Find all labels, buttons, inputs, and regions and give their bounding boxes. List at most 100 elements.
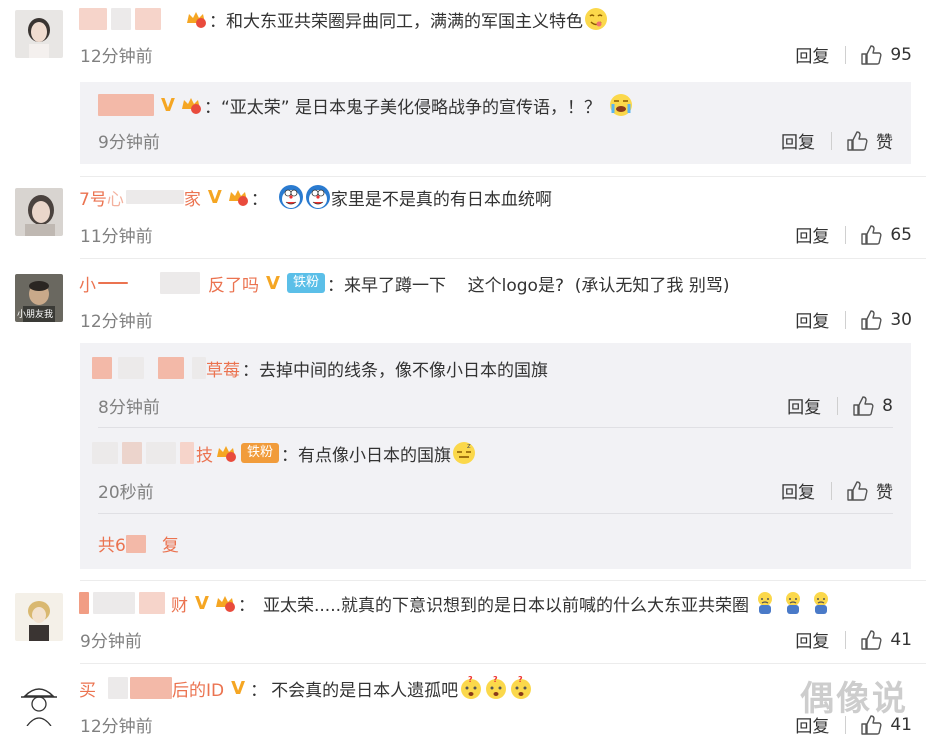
comment-divider (80, 663, 926, 664)
like-count: 65 (890, 224, 912, 245)
view-more-replies-link[interactable]: 共6 复 (98, 531, 179, 556)
avatar[interactable] (15, 188, 63, 236)
action-divider (845, 630, 847, 649)
thumbs-up-icon[interactable] (860, 629, 882, 651)
avatar-caption: 小朋友我 (17, 310, 54, 320)
verified-v-icon: V (195, 592, 209, 614)
username-redacted[interactable] (118, 357, 144, 379)
username-redacted[interactable] (160, 272, 200, 294)
comment-divider (80, 258, 926, 259)
avatar[interactable] (15, 10, 63, 58)
verified-v-icon: V (161, 94, 175, 116)
yum-emoji-icon (584, 7, 608, 31)
reply-button[interactable]: 回复 (795, 627, 829, 652)
username[interactable]: 7号 (79, 185, 107, 210)
reply-time: 20秒前 (98, 483, 154, 503)
thumbs-up-icon[interactable] (860, 44, 882, 66)
comment-header: ： 和大东亚共荣圈异曲同工，满满的军国主义特色 (79, 4, 608, 34)
username-redacted[interactable] (122, 442, 142, 464)
username-redacted (98, 282, 128, 284)
reply-divider (98, 513, 893, 514)
username-redacted[interactable] (108, 677, 128, 699)
username-redacted[interactable] (92, 357, 112, 379)
more-replies-suffix: 复 (161, 536, 179, 556)
username-redacted[interactable] (158, 357, 184, 379)
thumbs-up-icon[interactable] (852, 395, 874, 417)
reply-header: V ： “亚太荣” 是日本鬼子美化侵略战争的宣传语，！？ (98, 90, 633, 120)
username-redacted[interactable] (79, 8, 107, 30)
doraemon-emoji-icon (278, 184, 304, 210)
verified-v-icon: V (207, 186, 222, 208)
username-redacted[interactable] (125, 190, 184, 204)
svg-text:?: ? (518, 676, 523, 684)
fan-badge: 铁粉 (241, 443, 280, 463)
reply-time: 9分钟前 (98, 133, 160, 153)
reply-button[interactable]: 回复 (781, 128, 815, 153)
like-label[interactable]: 赞 (876, 128, 893, 153)
comment-time: 11分钟前 (80, 227, 153, 247)
sad-emoji-icon (809, 591, 833, 615)
action-divider (845, 225, 847, 244)
username[interactable]: 反了吗 (208, 271, 259, 296)
reply-box: 草莓 ： 去掉中间的线条，像不像小日本的国旗 8分钟前 回复 8 技 铁粉 ： … (80, 343, 911, 569)
crown-icon (180, 95, 202, 115)
sad-emoji-icon (781, 591, 805, 615)
comment-time: 12分钟前 (80, 717, 153, 737)
avatar[interactable]: 小朋友我 (15, 274, 63, 322)
svg-text:?: ? (493, 676, 498, 684)
username-redacted[interactable] (130, 677, 172, 699)
username-redacted[interactable] (135, 8, 161, 30)
username-redacted[interactable] (93, 592, 135, 614)
reply-button[interactable]: 回复 (795, 307, 829, 332)
like-label[interactable]: 赞 (876, 478, 893, 503)
reply-button[interactable]: 回复 (781, 478, 815, 503)
username-redacted[interactable] (98, 94, 154, 116)
comment-actions: 回复 41 (795, 627, 912, 653)
comment-header: 买 后的ID V ： 不会真的是日本人遗孤吧 ? ? ? (79, 673, 533, 703)
avatar[interactable] (15, 593, 63, 641)
reply-text: 有点像小日本的国旗 (298, 445, 452, 466)
username[interactable]: 小 (79, 271, 96, 296)
thumbs-up-icon[interactable] (846, 130, 868, 152)
confused-emoji-icon: ? (484, 675, 508, 700)
username[interactable]: 买 (79, 676, 96, 701)
reply-button[interactable]: 回复 (795, 42, 829, 67)
reply-box: V ： “亚太荣” 是日本鬼子美化侵略战争的宣传语，！？ 9分钟前 回复 赞 (80, 82, 911, 164)
comment-header: 7号 心 家 V ： 家里是不是真的有日本血统啊 (79, 182, 552, 212)
avatar[interactable] (15, 678, 63, 726)
thumbs-up-icon[interactable] (860, 309, 882, 331)
username-redacted[interactable] (139, 592, 165, 614)
more-replies-prefix: 共6 (98, 536, 126, 556)
like-count: 30 (890, 309, 912, 330)
reply-actions: 回复 赞 (781, 128, 893, 153)
verified-v-icon: V (231, 677, 246, 699)
username[interactable]: 财 (171, 591, 188, 616)
thumbs-up-icon[interactable] (846, 480, 868, 502)
reply-button[interactable]: 回复 (787, 393, 821, 418)
comment-actions: 回复 65 (795, 222, 912, 248)
sleepy-emoji-icon: z (452, 441, 476, 465)
comment-text: 和大东亚共荣圈异曲同工，满满的军国主义特色 (226, 11, 583, 32)
action-divider (831, 481, 832, 500)
username-redacted[interactable] (79, 592, 89, 614)
reply-text: “亚太荣” 是日本鬼子美化侵略战争的宣传语，！？ (221, 97, 602, 118)
username-redacted[interactable] (146, 442, 176, 464)
username-redacted[interactable] (192, 357, 206, 379)
action-divider (837, 396, 839, 415)
username[interactable]: 技 (196, 441, 213, 466)
reply-time: 8分钟前 (98, 398, 160, 418)
comment-text: 不会真的是日本人遗孤吧 (271, 680, 459, 701)
crown-icon (214, 593, 236, 613)
username[interactable]: 后的ID (172, 676, 224, 701)
confused-emoji-icon: ? (459, 675, 483, 700)
crown-icon (185, 9, 207, 29)
username-redacted[interactable] (180, 442, 194, 464)
reply-button[interactable]: 回复 (795, 222, 829, 247)
comment-actions: 回复 30 (795, 307, 912, 333)
username-redacted[interactable] (92, 442, 118, 464)
reply-actions: 回复 赞 (781, 478, 893, 503)
thumbs-up-icon[interactable] (860, 224, 882, 246)
username[interactable]: 家 (184, 185, 201, 210)
username-redacted[interactable] (111, 8, 131, 30)
username[interactable]: 草莓 (206, 356, 240, 381)
